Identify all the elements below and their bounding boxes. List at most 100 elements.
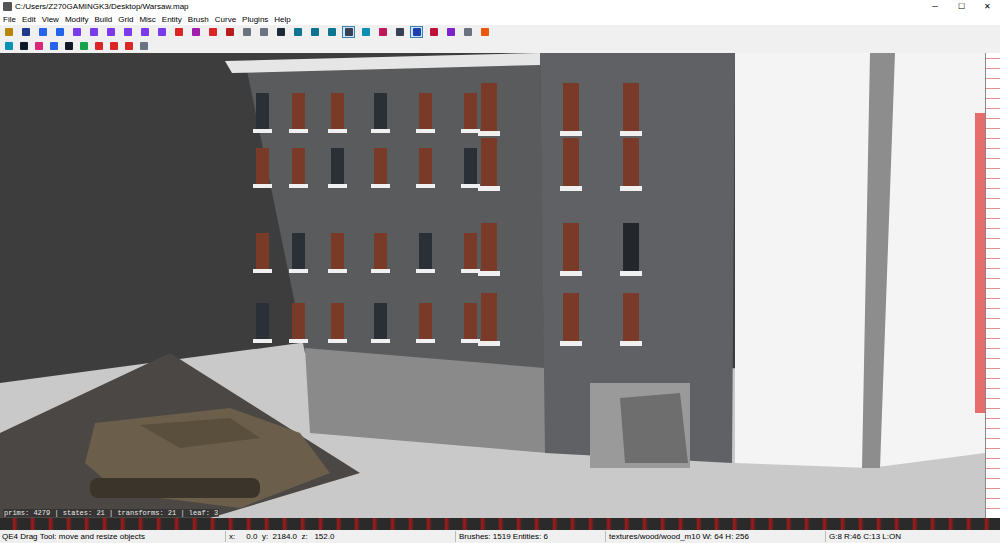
menu-item[interactable]: Edit — [22, 14, 36, 25]
toolbar-button[interactable] — [342, 26, 355, 38]
toolbar-button[interactable] — [155, 26, 168, 38]
menu-item[interactable]: View — [42, 14, 59, 25]
toolbar-button[interactable] — [137, 40, 150, 52]
window-controls: ─☐✕ — [922, 1, 1000, 13]
tool-icon — [125, 42, 133, 50]
toolbar-button[interactable] — [223, 26, 236, 38]
tool-icon — [243, 28, 251, 36]
status-tool: QE4 Drag Tool: move and resize objects — [0, 531, 225, 542]
toolbar-button[interactable] — [376, 26, 389, 38]
toolbar-button[interactable] — [410, 26, 423, 38]
tool-icon — [311, 28, 319, 36]
toolbar-button[interactable] — [257, 26, 270, 38]
camera-viewport[interactable]: prims: 4279 | states: 21 | transforms: 2… — [0, 53, 985, 518]
app-icon — [3, 2, 12, 11]
tool-icon — [80, 42, 88, 50]
toolbar-button[interactable] — [2, 40, 15, 52]
toolbar-button[interactable] — [92, 40, 105, 52]
tool-icon — [396, 28, 404, 36]
tool-icon — [56, 28, 64, 36]
toolbar-button[interactable] — [138, 26, 151, 38]
tool-icon — [345, 28, 353, 36]
tool-icon — [107, 28, 115, 36]
status-texture: textures/wood/wood_m10 W: 64 H: 256 — [605, 531, 825, 542]
tool-icon — [110, 42, 118, 50]
toolbar-button[interactable] — [32, 40, 45, 52]
tool-icon — [226, 28, 234, 36]
toolbar-button[interactable] — [17, 40, 30, 52]
status-grid: G:8 R:46 C:13 L:ON — [825, 531, 1000, 542]
tool-icon — [464, 28, 472, 36]
toolbar-button[interactable] — [325, 26, 338, 38]
grid-view-strip[interactable] — [985, 53, 1000, 518]
toolbar-button[interactable] — [121, 26, 134, 38]
tool-icon — [73, 28, 81, 36]
tool-icon — [481, 28, 489, 36]
tool-icon — [447, 28, 455, 36]
menu-item[interactable]: Misc — [139, 14, 155, 25]
toolbar-button[interactable] — [478, 26, 491, 38]
window-control-button[interactable]: ✕ — [974, 1, 1000, 13]
tool-icon — [50, 42, 58, 50]
toolbar-button[interactable] — [104, 26, 117, 38]
toolbar-button[interactable] — [444, 26, 457, 38]
toolbar-button[interactable] — [107, 40, 120, 52]
menu-item[interactable]: Build — [94, 14, 112, 25]
toolbar-button[interactable] — [427, 26, 440, 38]
tool-icon — [141, 28, 149, 36]
window-control-button[interactable]: ☐ — [948, 1, 974, 13]
tool-icon — [362, 28, 370, 36]
toolbar-button[interactable] — [70, 26, 83, 38]
toolbar-button[interactable] — [2, 26, 15, 38]
menu-item[interactable]: Help — [274, 14, 290, 25]
tool-icon — [95, 42, 103, 50]
z-view-strip[interactable] — [0, 518, 1000, 530]
scene-render — [0, 53, 985, 518]
window-control-button[interactable]: ─ — [922, 1, 948, 13]
toolbar-button[interactable] — [53, 26, 66, 38]
tool-icon — [277, 28, 285, 36]
toolbar-button[interactable] — [359, 26, 372, 38]
tool-icon — [5, 42, 13, 50]
toolbar-button[interactable] — [189, 26, 202, 38]
toolbar-button[interactable] — [461, 26, 474, 38]
toolbar-button[interactable] — [87, 26, 100, 38]
toolbar-button[interactable] — [240, 26, 253, 38]
menu-item[interactable]: Entity — [162, 14, 182, 25]
tool-icon — [20, 42, 28, 50]
toolbar-button[interactable] — [77, 40, 90, 52]
toolbar-bottom — [0, 39, 1000, 53]
menu-item[interactable]: Modify — [65, 14, 89, 25]
tool-icon — [192, 28, 200, 36]
menu-bar: File Edit View Modify Build Grid Misc Entity Bru… — [0, 13, 1000, 25]
menu-item[interactable]: File — [3, 14, 16, 25]
tool-icon — [175, 28, 183, 36]
tool-icon — [39, 28, 47, 36]
toolbar-button[interactable] — [62, 40, 75, 52]
toolbar-button[interactable] — [122, 40, 135, 52]
toolbar-button[interactable] — [36, 26, 49, 38]
menu-item[interactable]: Curve — [215, 14, 236, 25]
tool-icon — [413, 28, 421, 36]
tool-icon — [124, 28, 132, 36]
toolbar-button[interactable] — [274, 26, 287, 38]
tool-icon — [140, 42, 148, 50]
status-bar: QE4 Drag Tool: move and resize objectsx:… — [0, 530, 1000, 543]
menu-item[interactable]: Brush — [188, 14, 209, 25]
render-stats: prims: 4279 | states: 21 | transforms: 2… — [3, 509, 219, 517]
menu-item[interactable]: Plugins — [242, 14, 268, 25]
toolbar-button[interactable] — [206, 26, 219, 38]
radiant-window: C:/Users/Z270GAMINGK3/Desktop/Warsaw.map… — [0, 0, 1000, 543]
tool-icon — [22, 28, 30, 36]
menu-item[interactable]: Grid — [118, 14, 133, 25]
tool-icon — [328, 28, 336, 36]
toolbar-button[interactable] — [393, 26, 406, 38]
toolbar-button[interactable] — [308, 26, 321, 38]
status-position: x: 0.0 y: 2184.0 z: 152.0 — [225, 531, 455, 542]
toolbar-button[interactable] — [19, 26, 32, 38]
toolbar-button[interactable] — [172, 26, 185, 38]
toolbar-top — [0, 25, 1000, 39]
toolbar-button[interactable] — [291, 26, 304, 38]
tool-icon — [430, 28, 438, 36]
toolbar-button[interactable] — [47, 40, 60, 52]
